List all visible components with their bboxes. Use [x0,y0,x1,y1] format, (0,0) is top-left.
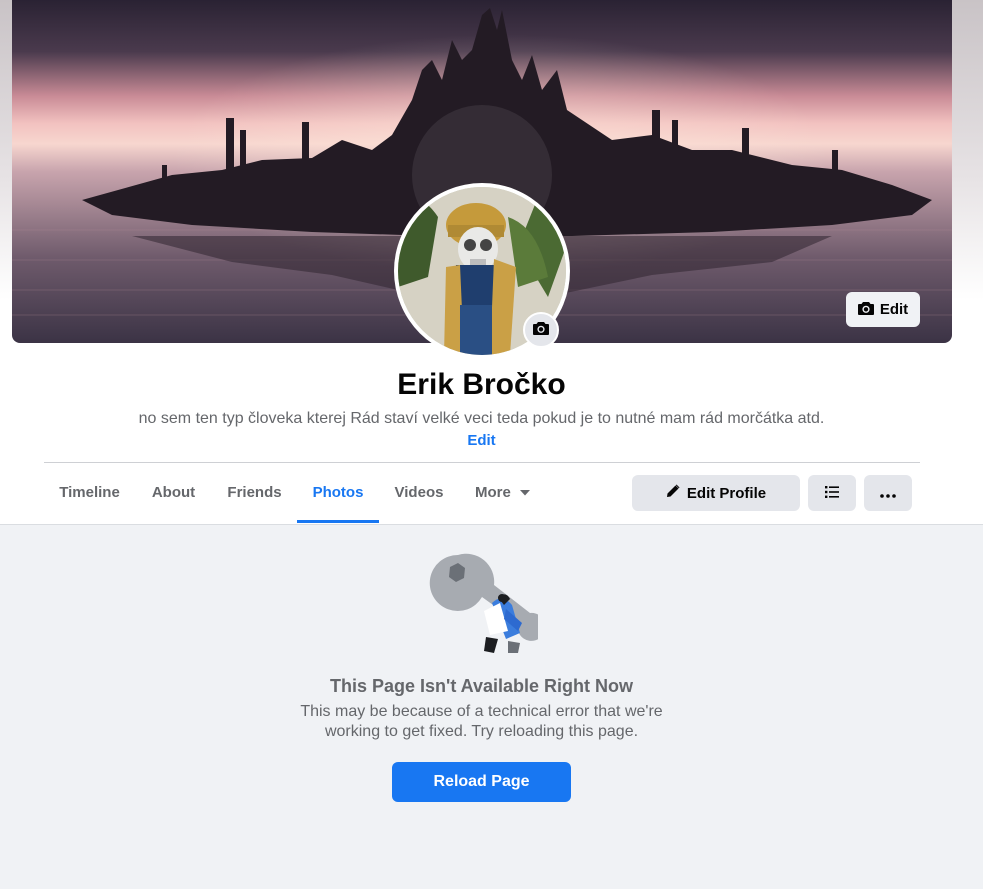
error-title: This Page Isn't Available Right Now [330,676,633,696]
error-message: This may be because of a technical error… [300,703,663,740]
activity-log-button[interactable] [808,475,856,511]
camera-icon [857,301,874,319]
tab-more[interactable]: More [459,463,547,523]
pencil-icon [666,484,680,502]
tab-more-label: More [474,484,511,501]
edit-cover-label: Edit [879,301,909,318]
caret-down-icon [519,463,531,523]
list-icon [825,485,839,502]
profile-bio: no sem ten typ človeka kterej Rád staví … [138,410,825,427]
reload-page-button[interactable]: Reload Page [392,762,571,802]
tab-photos[interactable]: Photos [297,463,379,523]
edit-cover-button[interactable]: Edit [846,292,920,327]
tab-about[interactable]: About [135,463,212,523]
tab-videos[interactable]: Videos [379,463,459,523]
wrench-icon [428,553,546,657]
edit-bio-link[interactable]: Edit [455,432,508,449]
tab-friends[interactable]: Friends [212,463,297,523]
tab-timeline[interactable]: Timeline [44,463,135,523]
camera-icon [533,321,549,340]
more-options-button[interactable] [864,475,912,511]
edit-profile-label: Edit Profile [686,484,767,502]
edit-avatar-button[interactable] [523,312,559,348]
edit-profile-button[interactable]: Edit Profile [632,475,800,511]
profile-name: Erik Bročko [397,368,566,401]
ellipsis-icon [880,485,896,502]
